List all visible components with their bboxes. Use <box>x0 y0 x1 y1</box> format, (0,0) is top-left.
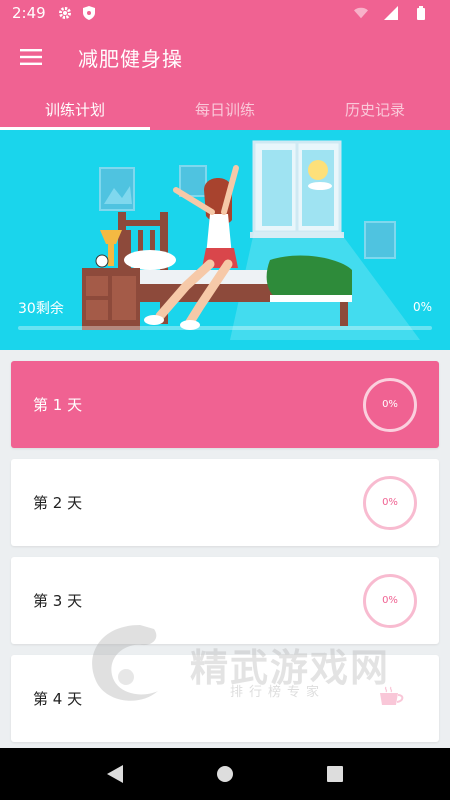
hamburger-menu-icon <box>20 49 42 65</box>
tab-bar: 训练计划 每日训练 历史记录 <box>0 88 450 130</box>
menu-button[interactable] <box>0 26 62 88</box>
plan-progress-percent: 0% <box>412 300 432 314</box>
app-bar: 减肥健身操 <box>0 26 450 88</box>
hero-banner: 30剩余 0% <box>0 130 450 350</box>
day-card-1[interactable]: 第 1 天 0% <box>11 361 439 448</box>
back-button[interactable] <box>100 759 130 789</box>
recents-square-icon <box>327 766 343 782</box>
settings-icon <box>58 6 72 20</box>
tab-daily-training[interactable]: 每日训练 <box>150 88 300 130</box>
recents-button[interactable] <box>320 759 350 789</box>
status-time: 2:49 <box>12 4 46 22</box>
day-progress-ring: 0% <box>363 377 417 432</box>
status-bar: 2:49 <box>0 0 450 26</box>
day-card-3[interactable]: 第 3 天 0% <box>11 557 439 644</box>
signal-icon <box>384 6 398 20</box>
wifi-icon <box>354 6 368 20</box>
day-label: 第 2 天 <box>33 494 83 512</box>
battery-icon <box>414 6 428 20</box>
system-nav-bar <box>0 748 450 800</box>
shield-icon <box>82 6 96 20</box>
day-label: 第 4 天 <box>33 690 83 708</box>
bedroom-illustration <box>82 140 420 340</box>
day-label: 第 3 天 <box>33 592 83 610</box>
home-circle-icon <box>217 766 233 782</box>
day-card-4[interactable]: 第 4 天 <box>11 655 439 742</box>
day-list: 第 1 天 0% 第 2 天 0% 第 3 天 0% 第 4 天 <box>0 350 450 748</box>
day-label: 第 1 天 <box>33 396 83 414</box>
home-button[interactable] <box>210 759 240 789</box>
day-progress-ring: 0% <box>363 475 417 530</box>
tab-history[interactable]: 历史记录 <box>300 88 450 130</box>
plan-progress-bar <box>18 326 432 330</box>
days-remaining-label: 30剩余 <box>18 301 64 317</box>
tab-training-plan[interactable]: 训练计划 <box>0 88 150 130</box>
day-progress-ring: 0% <box>363 573 417 628</box>
back-triangle-icon <box>107 765 123 783</box>
page-title: 减肥健身操 <box>78 46 183 71</box>
day-card-2[interactable]: 第 2 天 0% <box>11 459 439 546</box>
